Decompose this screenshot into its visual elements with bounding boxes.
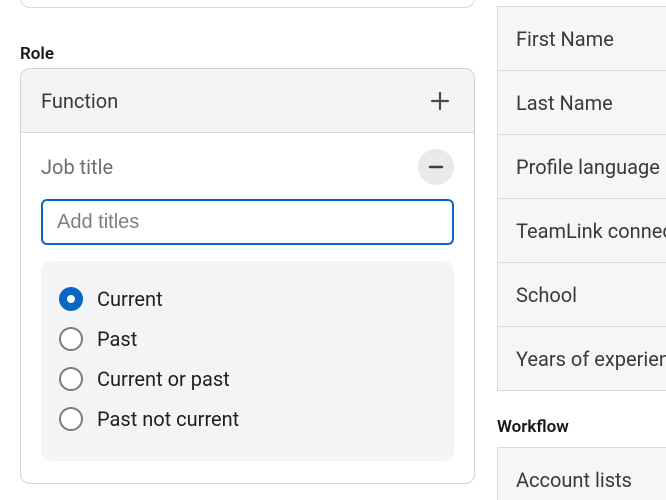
sidebar-label-workflow: Workflow (497, 417, 666, 437)
radio-icon (59, 287, 83, 311)
radio-label: Current or past (97, 367, 230, 391)
job-title-radio-panel: Current Past Current or past Past not curre… (41, 261, 454, 461)
job-title-input[interactable] (41, 199, 454, 245)
sidebar: First NameLast NameProfile languageTeamL… (497, 0, 666, 500)
sidebar-item[interactable]: Profile language (498, 135, 666, 199)
sidebar-item[interactable]: Account lists (498, 448, 666, 500)
job-title-radio[interactable]: Current or past (59, 359, 436, 399)
sidebar-list-filters: First NameLast NameProfile languageTeamL… (497, 6, 666, 391)
radio-icon (59, 327, 83, 351)
radio-label: Past (97, 327, 137, 351)
job-title-radio[interactable]: Past (59, 319, 436, 359)
sidebar-item[interactable]: School (498, 263, 666, 327)
sidebar-item[interactable]: Last Name (498, 71, 666, 135)
role-filter-card: Function Job title CurrentPas (20, 68, 475, 484)
radio-icon (59, 407, 83, 431)
sidebar-list-workflow: Account lists (497, 447, 666, 500)
plus-icon[interactable] (426, 87, 454, 115)
collapse-button[interactable] (418, 149, 454, 185)
job-title-radio[interactable]: Past not current (59, 399, 436, 439)
function-filter-header[interactable]: Function (21, 69, 474, 133)
radio-label: Past not current (97, 407, 239, 431)
minus-icon (427, 158, 445, 176)
job-title-label: Job title (41, 155, 113, 179)
sidebar-item[interactable]: Years of experien (498, 327, 666, 391)
job-title-filter-body: Job title Current Past Current or past Past… (21, 133, 474, 483)
previous-filter-card (20, 0, 475, 8)
radio-label: Current (97, 287, 163, 311)
function-label: Function (41, 89, 118, 113)
job-title-radio[interactable]: Current (59, 279, 436, 319)
section-label-role: Role (20, 44, 54, 64)
sidebar-item[interactable]: First Name (498, 7, 666, 71)
radio-icon (59, 367, 83, 391)
sidebar-item[interactable]: TeamLink connec (498, 199, 666, 263)
